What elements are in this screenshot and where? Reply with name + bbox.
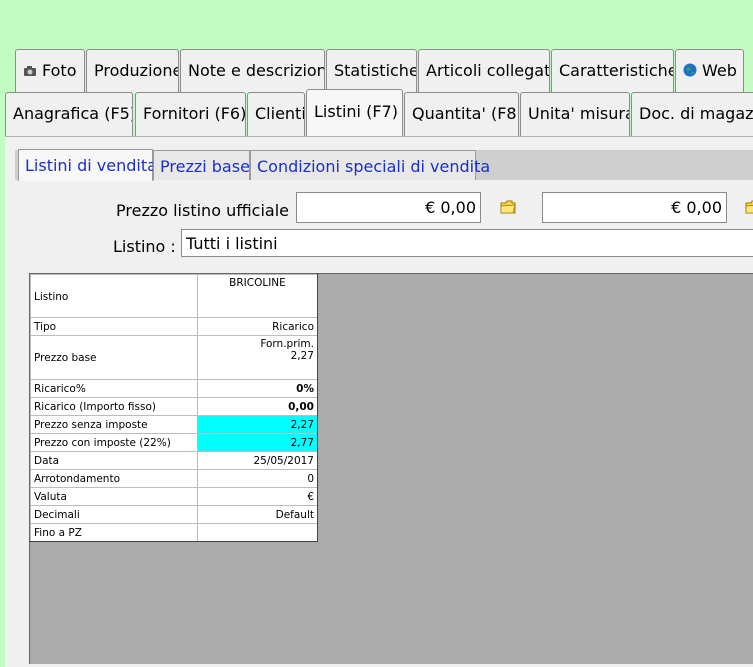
- tab-anagrafica[interactable]: Anagrafica (F5): [5, 92, 133, 136]
- grid-column-header: BRICOLINE: [197, 274, 318, 318]
- prezzo-listino-field-2[interactable]: € 0,00: [542, 192, 727, 223]
- main-tab-row: Anagrafica (F5) Fornitori (F6) Clienti L…: [0, 89, 753, 136]
- grid-row-prezzo-con-imposte: Prezzo con imposte (22%) 2,77: [30, 433, 318, 452]
- subtab-label: Listini di vendita: [25, 156, 157, 175]
- tab-web[interactable]: Web: [675, 49, 744, 93]
- subtab-label: Condizioni speciali di vendita: [257, 157, 491, 176]
- grid-row-arrotondamento: Arrotondamento 0: [30, 469, 318, 488]
- tab-label: Quantita' (F8): [412, 104, 519, 123]
- prezzo-listino-label: Prezzo listino ufficiale :: [116, 201, 300, 220]
- grid-row-data: Data 25/05/2017: [30, 451, 318, 470]
- prezzo-base-source: Forn.prim.: [260, 338, 314, 350]
- grid-key: Decimali: [30, 505, 198, 524]
- grid-key: Prezzo con imposte (22%): [30, 433, 198, 452]
- folder-icon[interactable]: [745, 199, 753, 218]
- listino-grid: Listino BRICOLINE Tipo Ricarico Prezzo b…: [30, 274, 318, 542]
- tab-label: Fornitori (F6): [143, 104, 246, 123]
- grid-value[interactable]: 2,77: [197, 433, 318, 452]
- tab-label: Web: [702, 61, 737, 80]
- grid-value[interactable]: Forn.prim. 2,27: [197, 335, 318, 380]
- top-tab-row: Foto Produzione Note e descrizioni Stati…: [0, 49, 753, 93]
- grid-key: Ricarico%: [30, 379, 198, 398]
- tab-label: Caratteristiche: [559, 61, 674, 80]
- listino-field[interactable]: Tutti i listini: [181, 229, 753, 257]
- grid-row-fino-a: Fino a PZ: [30, 523, 318, 542]
- tab-label: Listini (F7): [314, 102, 398, 121]
- subtab-listini-di-vendita[interactable]: Listini di vendita: [18, 149, 157, 181]
- grid-key: Valuta: [30, 487, 198, 506]
- grid-key: Listino: [30, 274, 198, 318]
- grid-value[interactable]: [197, 523, 318, 542]
- tab-listini[interactable]: Listini (F7): [306, 89, 403, 136]
- grid-value[interactable]: €: [197, 487, 318, 506]
- grid-key: Data: [30, 451, 198, 470]
- tab-label: Articoli collegati: [426, 61, 550, 80]
- tab-foto[interactable]: Foto: [15, 49, 85, 93]
- grid-key: Tipo: [30, 317, 198, 336]
- prezzo-listino-field-1[interactable]: € 0,00: [296, 192, 481, 223]
- grid-value[interactable]: 0: [197, 469, 318, 488]
- tab-label: Statistiche: [334, 61, 417, 80]
- subtab-prezzi-base[interactable]: Prezzi base: [153, 150, 250, 180]
- tab-fornitori[interactable]: Fornitori (F6): [135, 92, 246, 136]
- tab-label: Unita' misura: [528, 104, 630, 123]
- subtab-condizioni-speciali[interactable]: Condizioni speciali di vendita: [250, 150, 490, 180]
- grid-key: Prezzo base: [30, 335, 198, 380]
- tab-label: Anagrafica (F5): [13, 104, 133, 123]
- tab-label: Note e descrizioni: [188, 61, 325, 80]
- grid-row-ricarico-pct: Ricarico% 0%: [30, 379, 318, 398]
- listino-label: Listino :: [113, 237, 176, 256]
- tab-caratteristiche[interactable]: Caratteristiche: [551, 49, 674, 93]
- grid-value[interactable]: Default: [197, 505, 318, 524]
- grid-row-prezzo-senza-imposte: Prezzo senza imposte 2,27: [30, 415, 318, 434]
- folder-icon[interactable]: [500, 199, 516, 218]
- tab-label: Clienti: [255, 104, 305, 123]
- grid-key: Ricarico (Importo fisso): [30, 397, 198, 416]
- tab-doc-di-magazzino[interactable]: Doc. di magazz: [631, 92, 753, 136]
- tab-label: Foto: [42, 61, 77, 80]
- grid-value[interactable]: 25/05/2017: [197, 451, 318, 470]
- globe-icon: [683, 51, 697, 93]
- subtab-bar: Listini di vendita Prezzi base Condizion…: [15, 149, 753, 181]
- grid-row-prezzo-base: Prezzo base Forn.prim. 2,27: [30, 335, 318, 380]
- grid-row-tipo: Tipo Ricarico: [30, 317, 318, 336]
- grid-row-decimali: Decimali Default: [30, 505, 318, 524]
- tab-quantita[interactable]: Quantita' (F8): [404, 92, 519, 136]
- tab-note-e-descrizioni[interactable]: Note e descrizioni: [180, 49, 325, 93]
- tab-unita-misura[interactable]: Unita' misura: [520, 92, 630, 136]
- camera-icon: [23, 51, 37, 93]
- tab-clienti[interactable]: Clienti: [247, 92, 305, 136]
- grid-value[interactable]: Ricarico: [197, 317, 318, 336]
- tab-label: Doc. di magazz: [639, 104, 753, 123]
- grid-row-header: Listino BRICOLINE: [30, 274, 318, 318]
- tab-label: Produzione: [94, 61, 179, 80]
- tab-articoli-collegati[interactable]: Articoli collegati: [418, 49, 550, 93]
- tab-produzione[interactable]: Produzione: [86, 49, 179, 93]
- grid-key: Arrotondamento: [30, 469, 198, 488]
- grid-row-valuta: Valuta €: [30, 487, 318, 506]
- grid-value[interactable]: 0,00: [197, 397, 318, 416]
- grid-value[interactable]: 0%: [197, 379, 318, 398]
- subtab-label: Prezzi base: [160, 157, 250, 176]
- prezzo-base-value: 2,27: [290, 350, 314, 362]
- grid-key: Fino a PZ: [30, 523, 198, 542]
- tab-statistiche[interactable]: Statistiche: [326, 49, 417, 93]
- grid-key: Prezzo senza imposte: [30, 415, 198, 434]
- grid-row-ricarico-fisso: Ricarico (Importo fisso) 0,00: [30, 397, 318, 416]
- grid-value[interactable]: 2,27: [197, 415, 318, 434]
